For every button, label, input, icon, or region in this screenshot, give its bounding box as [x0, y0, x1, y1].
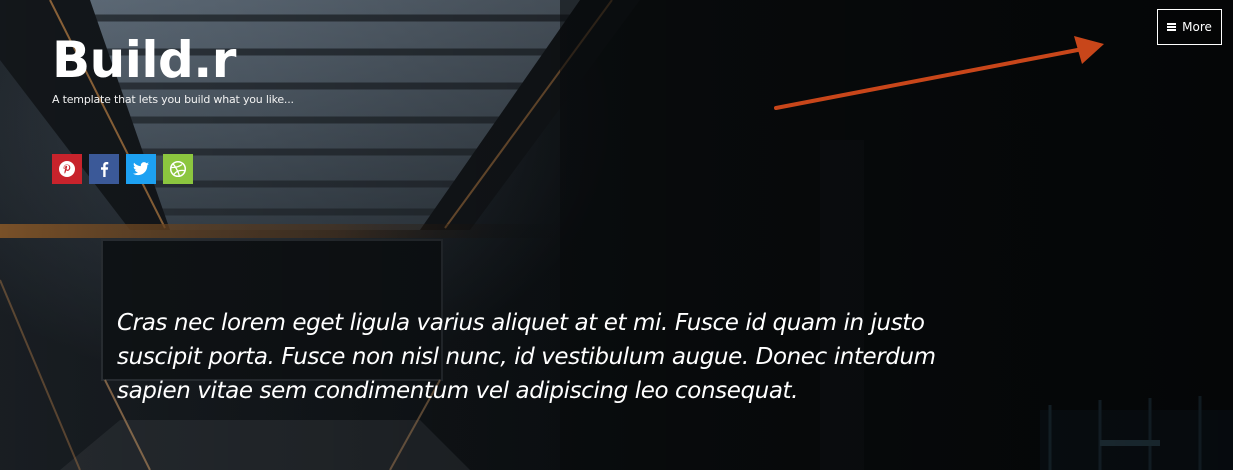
twitter-icon — [133, 162, 149, 176]
more-menu-label: More — [1182, 20, 1212, 34]
more-menu-button[interactable]: More — [1157, 9, 1222, 45]
hero-quote: Cras nec lorem eget ligula varius alique… — [117, 310, 936, 404]
facebook-icon — [98, 161, 110, 177]
pinterest-icon — [58, 160, 76, 178]
facebook-link[interactable] — [89, 154, 119, 184]
site-tagline: A template that lets you build what you … — [52, 93, 294, 106]
hero-section: Build.r A template that lets you build w… — [0, 0, 1233, 470]
annotation-arrow — [774, 36, 1104, 110]
hamburger-menu-icon — [1167, 23, 1177, 31]
dribbble-link[interactable] — [163, 154, 193, 184]
social-links — [52, 154, 193, 184]
pinterest-link[interactable] — [52, 154, 82, 184]
twitter-link[interactable] — [126, 154, 156, 184]
dribbble-icon — [169, 160, 187, 178]
site-title[interactable]: Build.r — [52, 28, 236, 92]
